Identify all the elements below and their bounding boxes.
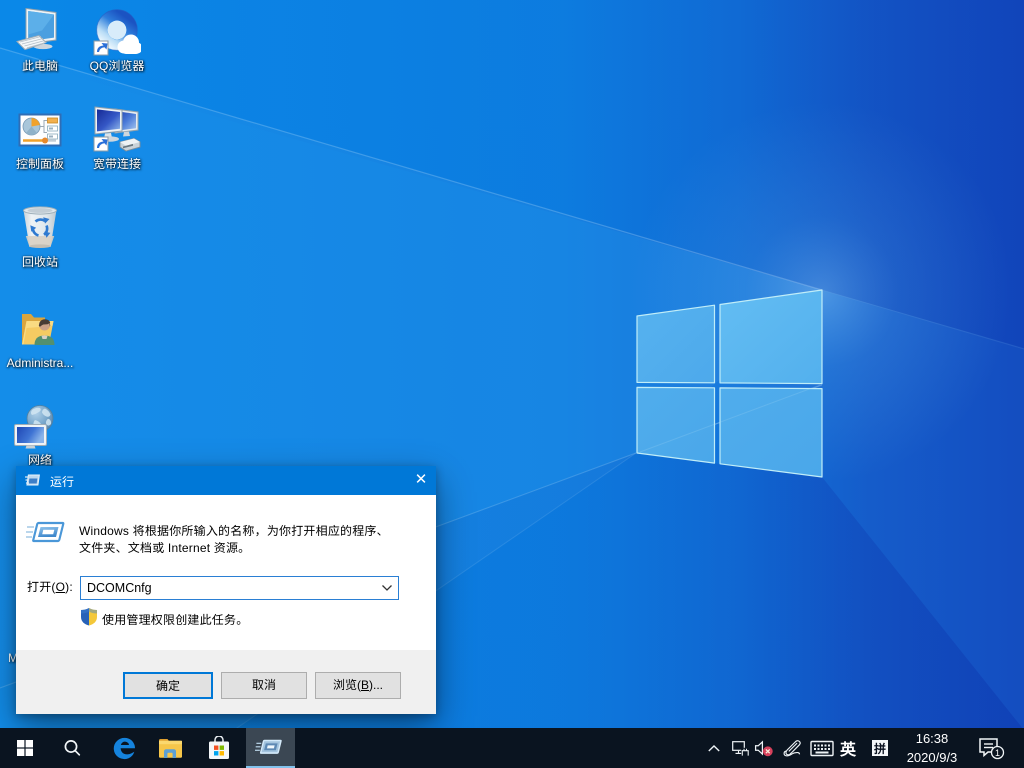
svg-text:1: 1 (995, 748, 1000, 758)
